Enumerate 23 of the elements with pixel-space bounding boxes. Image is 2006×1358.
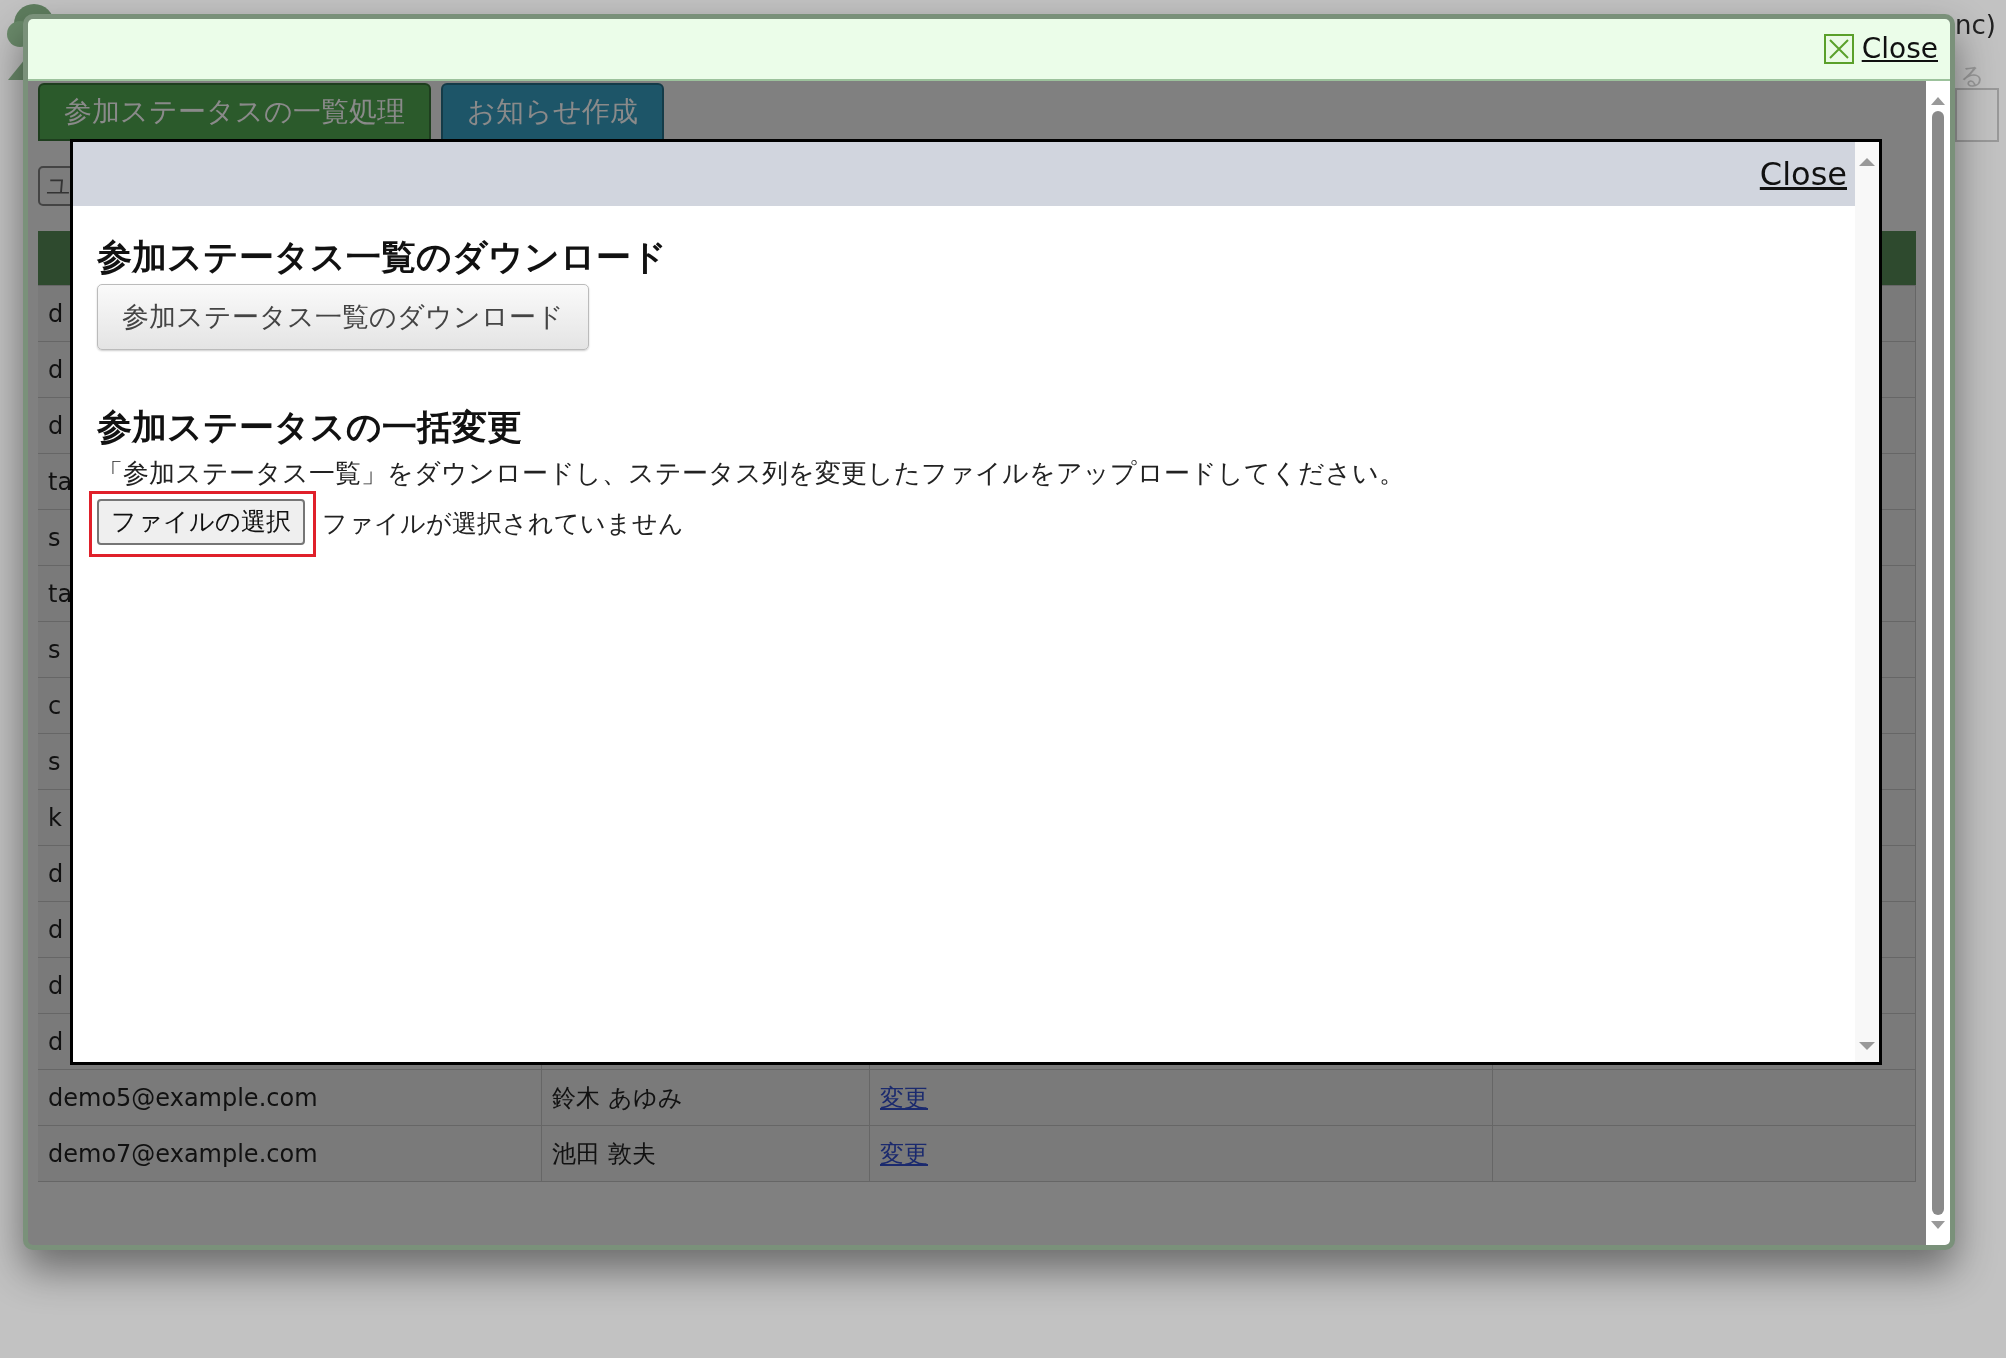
table-cell: 池田 敦夫: [542, 1126, 870, 1181]
close-link[interactable]: Close: [1759, 150, 1847, 198]
table-cell: demo7@example.com: [38, 1126, 542, 1181]
table-cell: demo5@example.com: [38, 1070, 542, 1125]
change-link[interactable]: 変更: [880, 1136, 928, 1172]
tab[interactable]: 参加ステータスの一覧処理: [38, 83, 431, 141]
section-heading: 参加ステータスの一括変更: [97, 406, 523, 448]
tab[interactable]: お知らせ作成: [441, 83, 664, 141]
section-heading: 参加ステータス一覧のダウンロード: [97, 236, 668, 278]
close-link[interactable]: Close: [1861, 28, 1938, 70]
download-button[interactable]: 参加ステータス一覧のダウンロード: [97, 284, 589, 350]
scroll-down-icon[interactable]: [1859, 1042, 1875, 1052]
change-link[interactable]: 変更: [880, 1080, 928, 1116]
field-outline: [1955, 88, 1999, 142]
scrollbar[interactable]: [1926, 81, 1950, 1245]
scroll-up-icon[interactable]: [1859, 156, 1875, 166]
heading-text: nc): [1955, 9, 1996, 42]
choose-file-button[interactable]: ファイルの選択: [97, 499, 305, 545]
scroll-down-icon[interactable]: [1931, 1221, 1945, 1231]
close-icon[interactable]: [1823, 34, 1854, 64]
table-cell: 鈴木 あゆみ: [542, 1070, 870, 1125]
scrollbar[interactable]: [1855, 142, 1879, 1062]
scroll-up-icon[interactable]: [1931, 95, 1945, 105]
